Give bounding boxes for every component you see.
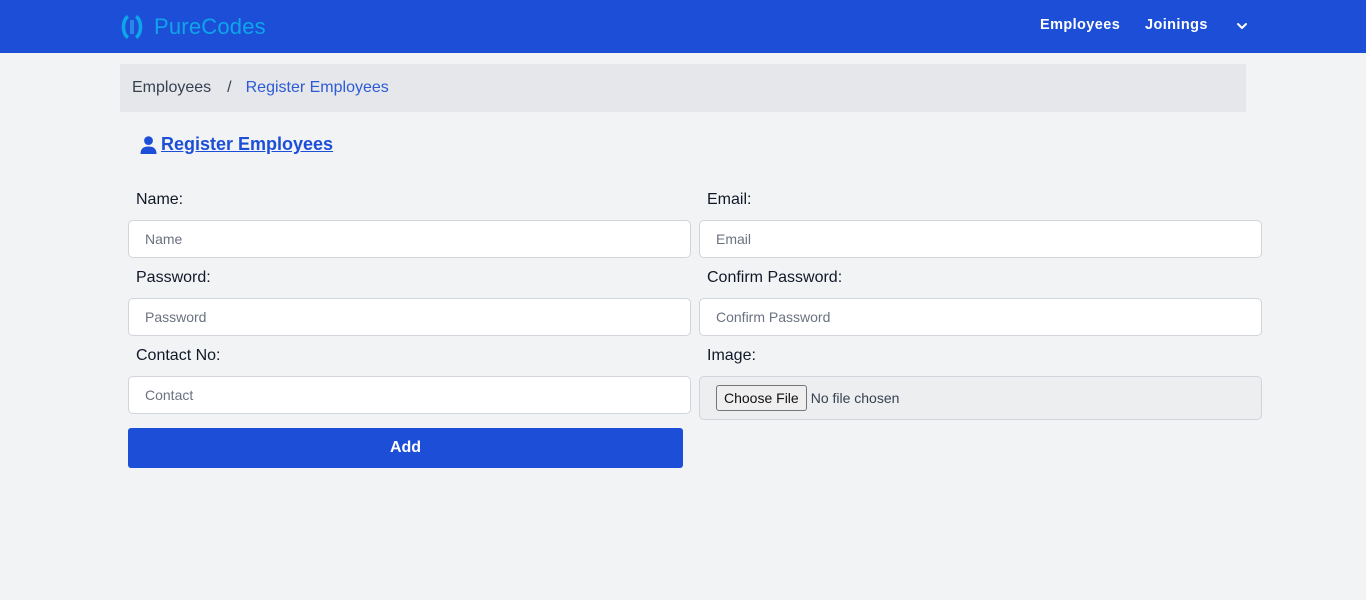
breadcrumb-employees[interactable]: Employees [132,79,211,97]
chevron-down-icon[interactable] [1235,19,1249,33]
choose-file-button[interactable]: Choose File [716,385,807,411]
nav-links: Employees Joinings [0,0,1366,53]
breadcrumb-current: Register Employees [245,79,389,96]
page-title[interactable]: Register Employees [140,134,333,155]
image-label: Image: [707,347,756,364]
contact-label: Contact No: [136,347,221,364]
password-input[interactable] [128,298,691,336]
file-status-text: No file chosen [810,390,900,406]
user-icon [140,135,157,154]
email-label: Email: [707,191,752,208]
confirm-password-label: Confirm Password: [707,269,843,286]
nav-link-employees[interactable]: Employees [1040,17,1120,33]
page-title-text: Register Employees [161,134,334,154]
nav-link-joinings[interactable]: Joinings [1145,17,1208,33]
image-file-input[interactable]: Choose File No file chosen [699,376,1262,420]
name-input[interactable] [128,220,691,258]
confirm-password-input[interactable] [699,298,1262,336]
add-button[interactable]: Add [128,428,683,468]
breadcrumb: Employees / Register Employees [120,64,1246,112]
breadcrumb-separator: / [227,79,232,96]
password-label: Password: [136,269,211,286]
email-input[interactable] [699,220,1262,258]
contact-input[interactable] [128,376,691,414]
name-label: Name: [136,191,184,208]
top-navbar: PureCodes Employees Joinings [0,0,1366,53]
